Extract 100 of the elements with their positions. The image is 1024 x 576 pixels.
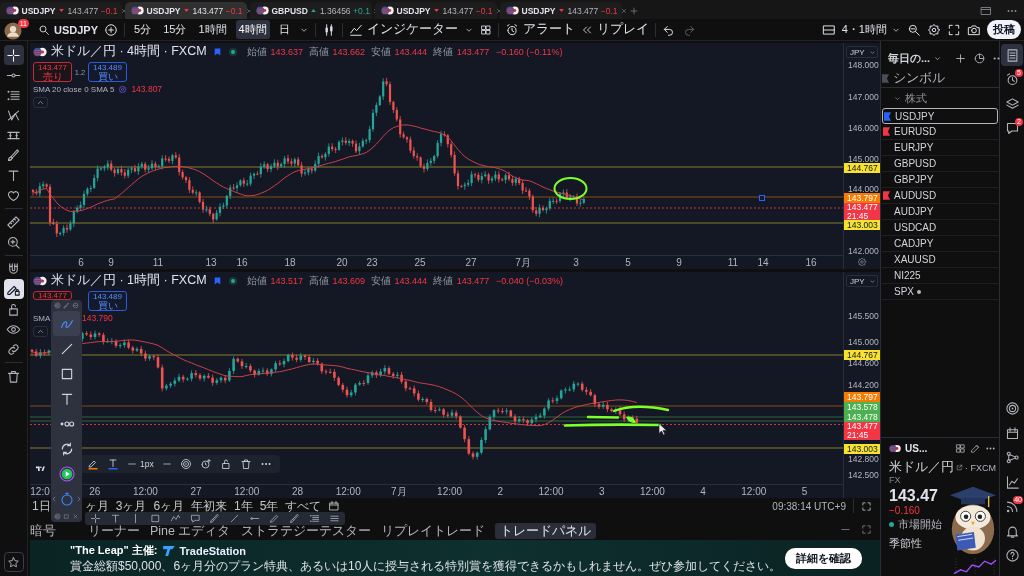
watchlist-dropdown[interactable]: 毎日の... <box>888 50 943 66</box>
range-button[interactable]: 1日 <box>32 497 51 515</box>
watchlist-row[interactable]: USDCAD <box>882 220 998 236</box>
calendar-icon[interactable] <box>328 500 341 512</box>
camera-icon[interactable] <box>967 22 981 37</box>
chevron-left-icon[interactable] <box>50 494 58 503</box>
line-width-button[interactable]: 1px <box>127 459 154 469</box>
watchlist-row[interactable]: CADJPY <box>882 236 998 252</box>
collapse-button[interactable] <box>33 97 48 108</box>
zoom-out-icon[interactable] <box>907 22 921 37</box>
currency-dropdown[interactable]: JPY <box>846 275 878 287</box>
chevron-right-icon[interactable] <box>75 494 83 503</box>
favorites-button[interactable] <box>3 552 24 572</box>
interval-button[interactable]: 5分 <box>131 20 155 39</box>
range-button[interactable]: 1年 <box>234 497 253 515</box>
currency-dropdown[interactable]: JPY <box>846 46 878 58</box>
alerts-button[interactable]: アラート <box>504 21 575 38</box>
browser-tab[interactable]: USDJPY 143.477 −0.1 <box>0 2 122 19</box>
window-icon[interactable] <box>980 4 992 17</box>
new-tab-icon[interactable] <box>629 5 639 16</box>
edit-icon[interactable] <box>970 443 981 454</box>
chart-title[interactable]: 米ドル／円 · 4時間 · FXCM <box>51 43 207 60</box>
range-button[interactable]: すべて <box>285 497 322 515</box>
panel-tab[interactable]: 暗号 <box>30 523 56 539</box>
brush-icon[interactable] <box>289 513 301 524</box>
details-button[interactable]: 詳細を確認 <box>785 547 862 569</box>
grid-icon[interactable] <box>955 443 966 454</box>
plus-circle-icon[interactable] <box>104 22 119 37</box>
indicators-button[interactable]: インジケーター <box>348 21 458 38</box>
panel-tab[interactable]: トレードパネル <box>494 523 596 539</box>
browser-tab[interactable]: GBPUSD 1.36456 +0.1 <box>250 2 372 19</box>
panel-tab[interactable]: リプレイトレード <box>380 523 485 539</box>
rectangle-icon[interactable] <box>149 513 161 524</box>
buy-button[interactable]: 143.489 買い <box>88 62 127 82</box>
watchlist-row[interactable]: XAUUSD <box>882 252 998 268</box>
watchlist-row[interactable]: GBPUSD <box>882 156 998 172</box>
text-underline-icon[interactable] <box>107 458 119 470</box>
pie-chart-icon[interactable] <box>973 51 987 65</box>
open-lock-icon[interactable] <box>219 458 232 470</box>
watchlist-row[interactable]: NI225 <box>882 268 998 284</box>
time-axis-label: 27 <box>465 257 477 269</box>
parallel-lines-icon[interactable] <box>308 513 320 524</box>
collapse-button[interactable] <box>33 326 48 337</box>
crosshair-button[interactable] <box>3 45 24 65</box>
time-axis-label: 6 <box>78 257 84 269</box>
publish-button[interactable]: 投稿 <box>987 20 1021 39</box>
interval-button[interactable]: 15分 <box>160 20 190 39</box>
watchlist-row[interactable]: AUDJPY <box>882 204 998 220</box>
menu-icon[interactable] <box>328 513 340 524</box>
range-button[interactable]: 5年 <box>259 497 279 515</box>
crosshair-icon[interactable] <box>90 513 101 524</box>
range-button[interactable]: ヶ月 <box>84 497 109 515</box>
fullscreen-icon[interactable] <box>947 22 961 37</box>
symbol-name[interactable]: US... <box>905 443 928 454</box>
interval-button[interactable]: 1時間 <box>195 20 230 39</box>
chart-title[interactable]: 米ドル／円 · 1時間 · FXCM <box>51 272 207 289</box>
line-icon[interactable] <box>229 513 241 524</box>
pencil-icon[interactable] <box>269 513 281 524</box>
watchlist-row[interactable]: SPX <box>882 284 998 300</box>
layout-icon[interactable] <box>821 22 836 37</box>
symbol-search-button[interactable]: USDJPY <box>38 23 99 36</box>
range-button[interactable]: 年初来 <box>191 497 228 515</box>
watchlist-row[interactable]: EURJPY <box>882 140 998 156</box>
external-link-icon[interactable] <box>956 464 963 471</box>
layout-button[interactable]: 4・1時間 <box>841 22 901 37</box>
trash-icon[interactable] <box>239 458 252 470</box>
grid-icon[interactable] <box>479 23 492 36</box>
text-icon[interactable] <box>109 513 121 524</box>
brush-icon[interactable] <box>209 513 221 524</box>
buy-button[interactable]: 143.489 買い <box>88 291 127 311</box>
interval-button[interactable]: 日 <box>275 20 293 39</box>
watchlist-row[interactable]: EURUSD <box>882 124 998 140</box>
panel-tab[interactable]: リーナー <box>88 523 140 539</box>
browser-tab[interactable]: USDJPY 143.477 −0.1 <box>375 2 497 19</box>
plus-icon[interactable] <box>954 51 968 65</box>
range-button[interactable]: 3ヶ月 <box>115 497 147 515</box>
zigzag-icon[interactable] <box>169 513 181 524</box>
panel-tab[interactable]: ストラテジーテスター <box>240 523 371 539</box>
interval-button[interactable]: 4時間 <box>235 20 270 39</box>
watchlist-row[interactable]: USDJPY <box>882 108 998 124</box>
sell-button[interactable]: 143.477 売り <box>33 62 72 82</box>
alarm-plus-icon[interactable] <box>199 458 212 470</box>
panel-tab[interactable]: Pine エディタ <box>150 523 231 539</box>
target-icon[interactable] <box>179 458 192 470</box>
speech-bubble-icon[interactable] <box>189 513 201 524</box>
pencil-underline-icon[interactable] <box>87 458 99 470</box>
range-button[interactable]: 6ヶ月 <box>153 497 185 515</box>
square-handle-icon[interactable] <box>759 195 765 201</box>
squiggle-brush-button[interactable] <box>53 311 80 336</box>
logo-icon[interactable] <box>33 464 48 474</box>
alarm-clock-icon <box>1004 72 1020 87</box>
layers-icon <box>1004 96 1020 112</box>
watchlist-row[interactable]: GBPJPY <box>882 172 998 188</box>
pencil-lock-button[interactable] <box>3 279 24 299</box>
sell-button[interactable]: 143.477 <box>33 291 72 300</box>
browser-tab[interactable]: USDJPY 143.477 −0.1 <box>125 2 247 19</box>
list-button[interactable] <box>1001 44 1023 66</box>
watchlist-row[interactable]: AUDUSD <box>882 188 998 204</box>
replay-button[interactable]: リプレイ <box>580 21 649 38</box>
close-icon[interactable] <box>620 6 629 15</box>
